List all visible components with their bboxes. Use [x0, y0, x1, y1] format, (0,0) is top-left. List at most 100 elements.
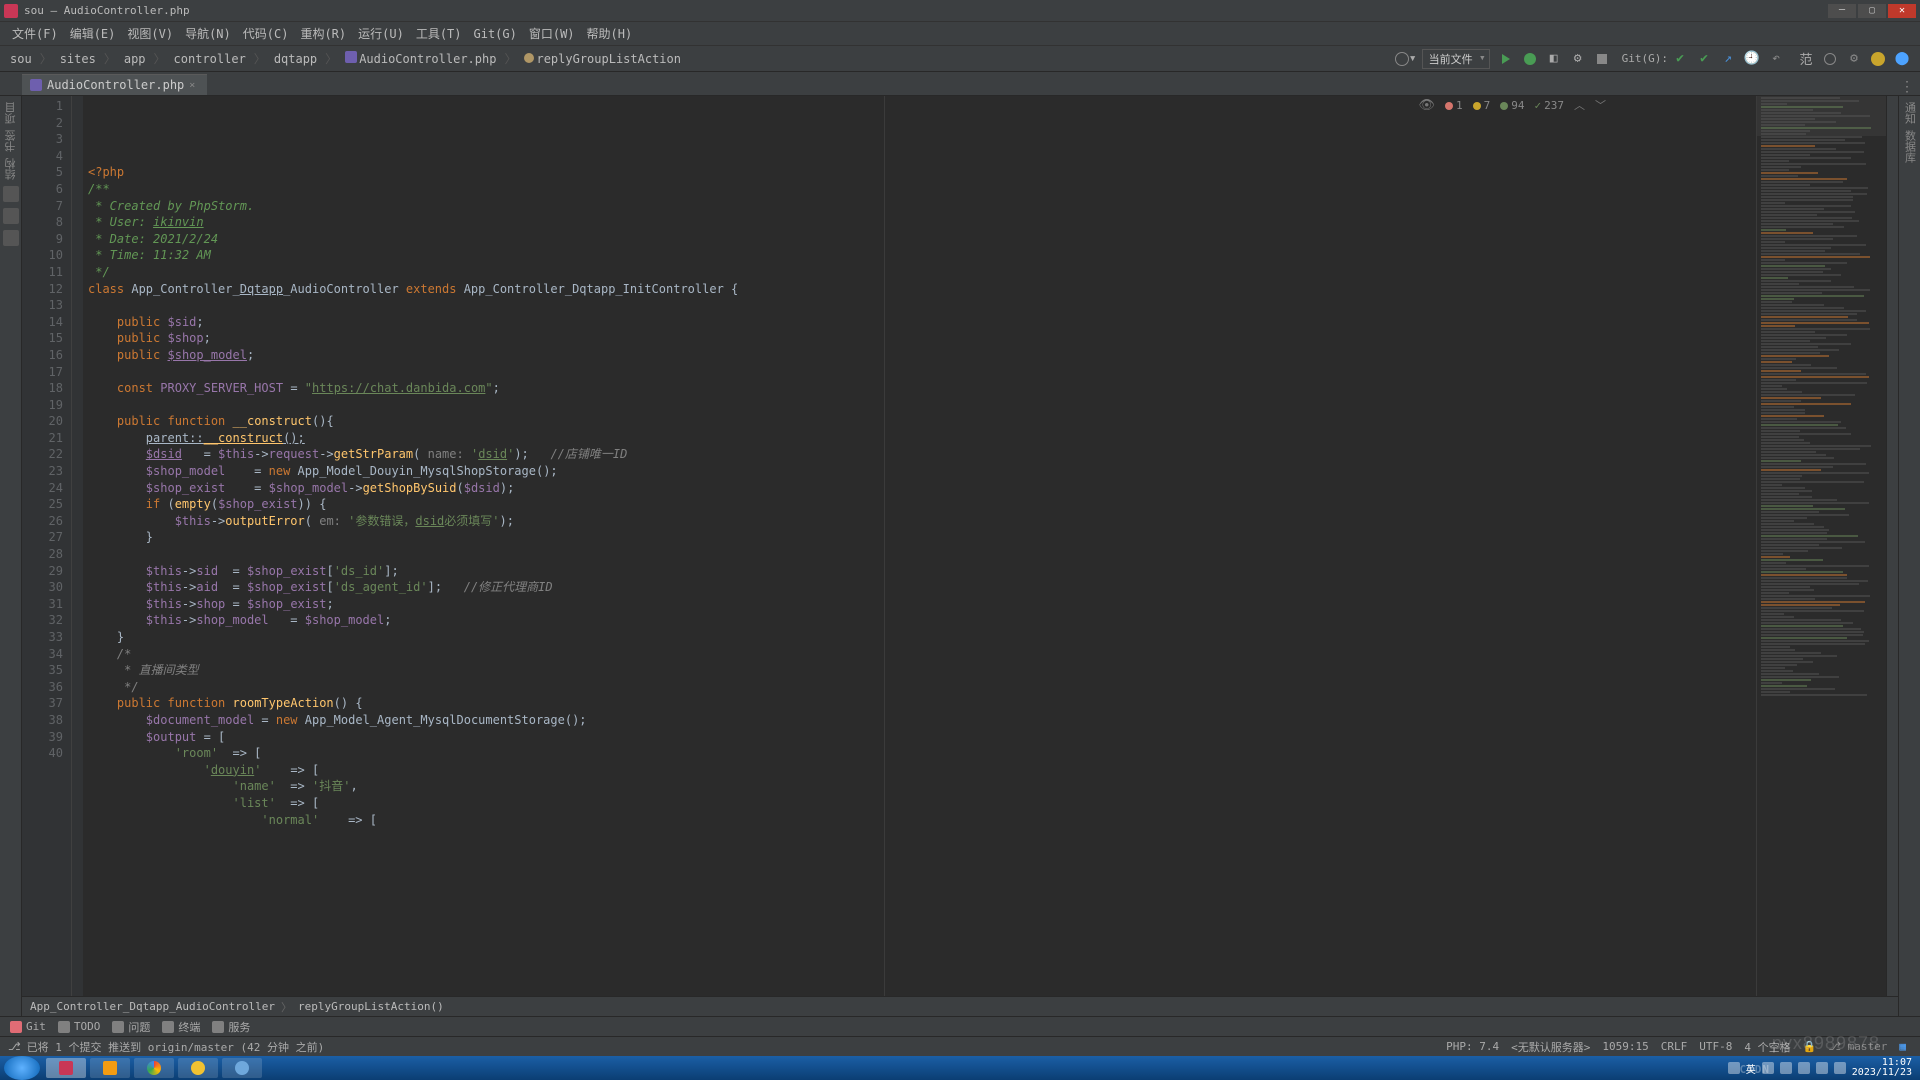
tool-tab[interactable]: TODO — [58, 1020, 101, 1033]
status-vcs-icon[interactable]: ⎇ — [8, 1040, 21, 1053]
plugins-button[interactable]: ⬤ — [1890, 49, 1914, 69]
breadcrumb-item[interactable]: controller — [170, 50, 250, 68]
git-commit-button[interactable]: ✔ — [1692, 49, 1716, 69]
menu-item[interactable]: 代码(C) — [237, 22, 295, 45]
settings-button[interactable]: ⚙ — [1842, 49, 1866, 69]
status-server[interactable]: <无默认服务器> — [1505, 1039, 1596, 1055]
close-button[interactable]: ✕ — [1888, 4, 1916, 18]
code-line[interactable]: * 直播间类型 — [88, 662, 1756, 679]
code-line[interactable]: $shop_model = new App_Model_Douyin_Mysql… — [88, 463, 1756, 480]
editor-crumb[interactable]: replyGroupListAction() — [298, 1000, 444, 1013]
status-more-icon[interactable]: ▦ — [1893, 1040, 1912, 1053]
git-rollback-button[interactable]: ↶ — [1764, 49, 1788, 69]
code-line[interactable]: $this->shop_model = $shop_model; — [88, 612, 1756, 629]
git-update-button[interactable]: ✔ — [1668, 49, 1692, 69]
menu-item[interactable]: 文件(F) — [6, 22, 64, 45]
task-app-2[interactable] — [222, 1058, 262, 1078]
left-tool-label[interactable]: 书签 — [3, 130, 19, 152]
maximize-button[interactable]: ▢ — [1858, 4, 1886, 18]
code-line[interactable]: * User: ikinvin — [88, 214, 1756, 231]
menu-item[interactable]: 窗口(W) — [523, 22, 581, 45]
code-line[interactable]: <?php — [88, 164, 1756, 181]
code-line[interactable]: $shop_exist = $shop_model->getShopBySuid… — [88, 480, 1756, 497]
status-php[interactable]: PHP: 7.4 — [1440, 1040, 1505, 1053]
tray-network-icon[interactable] — [1834, 1062, 1846, 1074]
stop-button[interactable] — [1590, 49, 1614, 69]
code-line[interactable]: * Created by PhpStorm. — [88, 198, 1756, 215]
code-line[interactable]: 'list' => [ — [88, 795, 1756, 812]
status-encoding[interactable]: UTF-8 — [1693, 1040, 1738, 1053]
tool-tab[interactable]: 服务 — [212, 1019, 250, 1035]
code-line[interactable]: public $sid; — [88, 314, 1756, 331]
right-tool-label[interactable]: 通知 — [1902, 102, 1918, 124]
inspection-eye-icon[interactable]: 👁 — [1418, 98, 1435, 115]
status-caret-pos[interactable]: 1059:15 — [1596, 1040, 1654, 1053]
code-line[interactable]: public function __construct(){ — [88, 413, 1756, 430]
search-everywhere-button[interactable] — [1818, 49, 1842, 69]
left-tool-icon[interactable] — [3, 230, 19, 246]
ai-button[interactable]: 范 — [1794, 49, 1818, 69]
breadcrumb-item[interactable]: AudioController.php — [341, 49, 500, 68]
code-line[interactable]: public $shop_model; — [88, 347, 1756, 364]
code-line[interactable]: } — [88, 629, 1756, 646]
code-line[interactable]: $this->aid = $shop_exist['ds_agent_id'];… — [88, 579, 1756, 596]
tray-net-icon[interactable] — [1780, 1062, 1792, 1074]
editor-tab[interactable]: AudioController.php × — [22, 74, 207, 95]
menu-item[interactable]: 编辑(E) — [64, 22, 122, 45]
code-line[interactable]: * Time: 11:32 AM — [88, 247, 1756, 264]
code-line[interactable]: $this->outputError( em: '参数错误，dsid必须填写')… — [88, 513, 1756, 530]
editor-crumb[interactable]: App_Controller_Dqtapp_AudioController — [30, 1000, 275, 1013]
tray-sound-icon[interactable] — [1816, 1062, 1828, 1074]
inspection-down-icon[interactable]: ﹀ — [1595, 98, 1606, 115]
code-minimap[interactable] — [1756, 96, 1886, 996]
vertical-scrollbar[interactable] — [1886, 96, 1898, 996]
code-line[interactable] — [88, 297, 1756, 314]
code-line[interactable]: */ — [88, 679, 1756, 696]
code-line[interactable] — [88, 364, 1756, 381]
task-phpstorm[interactable] — [46, 1058, 86, 1078]
code-line[interactable]: $this->sid = $shop_exist['ds_id']; — [88, 563, 1756, 580]
left-tool-label[interactable]: 项目 — [3, 102, 19, 124]
tab-close-icon[interactable]: × — [189, 80, 199, 90]
code-line[interactable]: * Date: 2021/2/24 — [88, 231, 1756, 248]
tool-tab[interactable]: 终端 — [162, 1019, 200, 1035]
code-line[interactable]: class App_Controller_Dqtapp_AudioControl… — [88, 281, 1756, 298]
code-line[interactable]: $output = [ — [88, 729, 1756, 746]
menu-item[interactable]: 视图(V) — [121, 22, 179, 45]
run-button[interactable] — [1494, 49, 1518, 69]
start-button[interactable] — [4, 1056, 40, 1080]
help-button[interactable] — [1866, 49, 1890, 69]
weak-warning-count[interactable]: 94 — [1500, 98, 1524, 115]
menu-item[interactable]: 重构(R) — [294, 22, 352, 45]
code-line[interactable]: $this->shop = $shop_exist; — [88, 596, 1756, 613]
code-line[interactable]: /** — [88, 181, 1756, 198]
breadcrumb-item[interactable]: sou — [6, 50, 36, 68]
tool-tab[interactable]: Git — [10, 1020, 46, 1033]
git-push-button[interactable]: ↗ — [1716, 49, 1740, 69]
windows-taskbar[interactable]: 英 11:07 2023/11/23 — [0, 1056, 1920, 1080]
code-editor[interactable]: 1234567891011121314151617181920212223242… — [22, 96, 1898, 996]
left-tool-icon[interactable] — [3, 186, 19, 202]
breadcrumb-item[interactable]: app — [120, 50, 150, 68]
warning-count[interactable]: 7 — [1473, 98, 1491, 115]
code-line[interactable]: $document_model = new App_Model_Agent_My… — [88, 712, 1756, 729]
code-line[interactable]: } — [88, 529, 1756, 546]
code-line[interactable]: /* — [88, 646, 1756, 663]
code-area[interactable]: 👁 1 7 94 ✓237 ︿ ﹀ <?php/** * Created by … — [84, 96, 1756, 996]
code-line[interactable]: 'name' => '抖音', — [88, 778, 1756, 795]
code-line[interactable] — [88, 397, 1756, 414]
inspection-bar[interactable]: 👁 1 7 94 ✓237 ︿ ﹀ — [1418, 98, 1606, 115]
menu-item[interactable]: 工具(T) — [410, 22, 468, 45]
minimize-button[interactable]: ─ — [1828, 4, 1856, 18]
task-chrome[interactable] — [134, 1058, 174, 1078]
code-line[interactable]: public function roomTypeAction() { — [88, 695, 1756, 712]
taskbar-clock[interactable]: 11:07 2023/11/23 — [1852, 1058, 1912, 1078]
tray-sync-icon[interactable] — [1798, 1062, 1810, 1074]
error-count[interactable]: 1 — [1445, 98, 1463, 115]
code-line[interactable]: parent::__construct(); — [88, 430, 1756, 447]
task-app-1[interactable] — [178, 1058, 218, 1078]
coverage-button[interactable]: ◧ — [1542, 49, 1566, 69]
user-icon[interactable]: ▾ — [1394, 49, 1418, 69]
status-line-ending[interactable]: CRLF — [1655, 1040, 1694, 1053]
fold-gutter[interactable] — [72, 96, 84, 996]
